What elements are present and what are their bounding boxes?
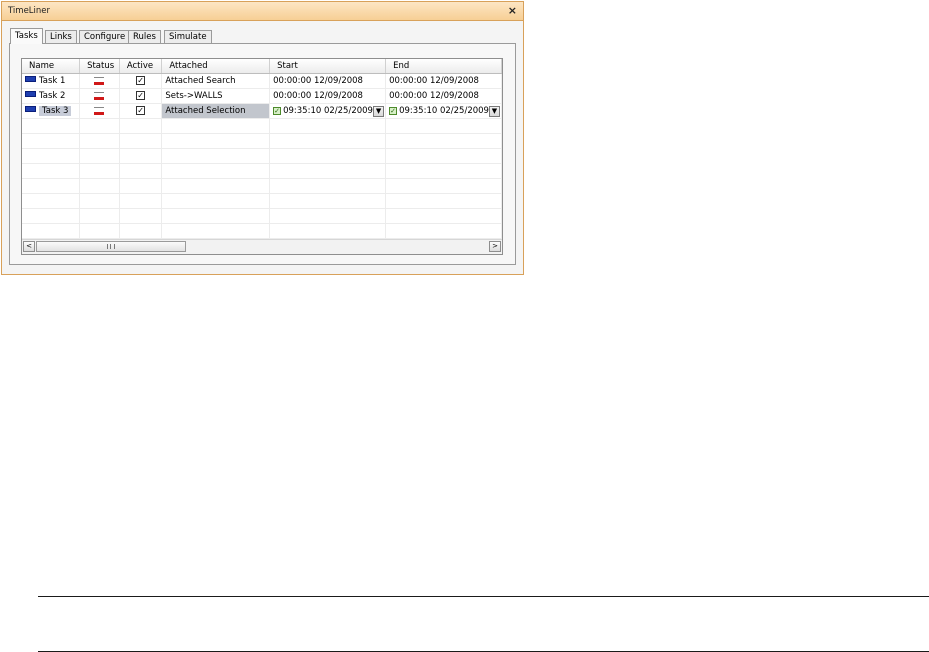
start-datetime-picker[interactable]: ✓ 09:35:10 02/25/2009 ▼ — [273, 105, 385, 118]
scroll-right-icon[interactable]: > — [489, 241, 501, 252]
active-cell: ✓ — [119, 73, 163, 89]
start-enable-checkbox[interactable]: ✓ — [273, 107, 282, 115]
end-datetime-value[interactable]: 09:35:10 02/25/2009 — [399, 106, 489, 116]
empty-row — [22, 133, 502, 149]
status-cell — [79, 103, 120, 119]
active-cell: ✓ — [119, 88, 163, 104]
start-cell[interactable]: 00:00:00 12/09/2008 — [269, 88, 387, 104]
active-checkbox[interactable]: ✓ — [136, 91, 146, 100]
empty-row — [22, 193, 502, 209]
column-header-status[interactable]: Status — [79, 59, 120, 74]
start-cell[interactable]: 00:00:00 12/09/2008 — [269, 73, 387, 89]
task-name: Task 1 — [39, 76, 66, 86]
status-bar-icon — [94, 91, 105, 100]
name-cell[interactable]: Task 1 — [22, 73, 81, 89]
status-bar-icon — [94, 106, 105, 115]
status-bar-icon — [94, 76, 105, 85]
window-title: TimeLiner — [8, 6, 51, 16]
title-bar[interactable]: TimeLiner × — [2, 2, 523, 21]
tasks-table: Name Status Active Attached Start End Ta… — [22, 59, 502, 239]
empty-row — [22, 208, 502, 224]
scrollbar-thumb[interactable] — [36, 241, 186, 252]
grip-icon — [107, 244, 115, 249]
column-header-start[interactable]: Start — [269, 59, 387, 74]
scroll-left-icon[interactable]: < — [23, 241, 35, 252]
name-cell[interactable]: Task 3 — [22, 103, 81, 119]
tab-tasks[interactable]: Tasks — [10, 28, 43, 44]
chevron-down-icon[interactable]: ▼ — [373, 105, 385, 117]
empty-row — [22, 163, 502, 179]
empty-row — [22, 178, 502, 194]
empty-row — [22, 223, 502, 239]
active-cell: ✓ — [119, 103, 163, 119]
close-icon[interactable]: × — [508, 4, 517, 17]
column-header-end[interactable]: End — [385, 59, 502, 74]
empty-row — [22, 148, 502, 164]
attached-cell[interactable]: Sets->WALLS — [161, 88, 271, 104]
status-cell — [79, 73, 120, 89]
status-cell — [79, 88, 120, 104]
attached-cell[interactable]: Attached Selection — [161, 103, 271, 119]
empty-row — [22, 118, 502, 134]
active-checkbox[interactable]: ✓ — [136, 106, 146, 115]
chevron-down-icon[interactable]: ▼ — [489, 105, 500, 117]
column-header-name[interactable]: Name — [22, 59, 81, 74]
tab-configure[interactable]: Configure — [79, 30, 131, 43]
attached-cell[interactable]: Attached Search — [161, 73, 271, 89]
divider-line — [38, 596, 929, 597]
tab-simulate[interactable]: Simulate — [164, 30, 212, 43]
table-row[interactable]: Task 2 ✓ Sets->WALLS 00:00:00 12/09/2008… — [22, 88, 502, 104]
tasks-grid[interactable]: Name Status Active Attached Start End Ta… — [21, 58, 503, 255]
end-cell[interactable]: 00:00:00 12/09/2008 — [385, 73, 502, 89]
start-cell: ✓ 09:35:10 02/25/2009 ▼ — [269, 103, 387, 119]
end-enable-checkbox[interactable]: ✓ — [389, 107, 398, 115]
horizontal-scrollbar[interactable]: < > — [22, 239, 502, 254]
tab-rules[interactable]: Rules — [128, 30, 161, 43]
end-cell: ✓ 09:35:10 02/25/2009 ▼ — [385, 103, 502, 119]
end-datetime-picker[interactable]: ✓ 09:35:10 02/25/2009 ▼ — [389, 105, 500, 118]
task-bar-icon — [25, 106, 36, 112]
tab-links[interactable]: Links — [45, 30, 77, 43]
task-name: Task 3 — [39, 106, 72, 116]
task-bar-icon — [25, 76, 36, 82]
table-row-selected[interactable]: Task 3 ✓ Attached Selection ✓ 09:35:10 0… — [22, 103, 502, 119]
table-row[interactable]: Task 1 ✓ Attached Search 00:00:00 12/09/… — [22, 73, 502, 89]
name-cell[interactable]: Task 2 — [22, 88, 81, 104]
start-datetime-value[interactable]: 09:35:10 02/25/2009 — [283, 106, 373, 116]
header-row: Name Status Active Attached Start End — [22, 59, 502, 74]
task-bar-icon — [25, 91, 36, 97]
column-header-attached[interactable]: Attached — [161, 59, 271, 74]
task-name: Task 2 — [39, 91, 66, 101]
column-header-active[interactable]: Active — [119, 59, 163, 74]
end-cell[interactable]: 00:00:00 12/09/2008 — [385, 88, 502, 104]
active-checkbox[interactable]: ✓ — [136, 76, 146, 85]
